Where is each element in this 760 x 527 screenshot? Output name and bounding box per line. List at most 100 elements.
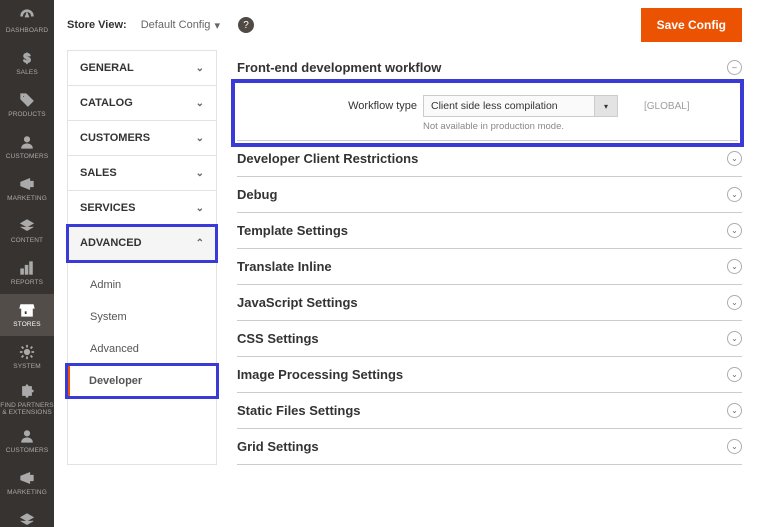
config-group-title: Developer Client Restrictions (237, 151, 418, 166)
expand-icon[interactable]: ⌄ (727, 187, 742, 202)
layers-icon (18, 511, 36, 527)
tree-section[interactable]: CUSTOMERS⌄ (68, 121, 216, 156)
nav-item-system[interactable]: SYSTEM (0, 336, 54, 378)
expand-icon[interactable]: ⌄ (727, 367, 742, 382)
expand-icon[interactable]: ⌄ (727, 151, 742, 166)
nav-item-label: SALES (16, 69, 38, 77)
expand-icon[interactable]: ⌄ (727, 295, 742, 310)
nav-item-label: REPORTS (11, 279, 43, 287)
bars-icon (18, 259, 36, 277)
collapse-icon[interactable]: – (727, 60, 742, 75)
caret-down-icon: ▾ (214, 19, 220, 32)
person-icon (18, 133, 36, 151)
config-group-header[interactable]: Developer Client Restrictions ⌄ (237, 141, 742, 177)
tag-icon (18, 91, 36, 109)
megaphone-icon (18, 175, 36, 193)
tree-sub: AdminSystemAdvancedDeveloper (68, 261, 216, 405)
tree-section-label: SERVICES (80, 202, 135, 214)
help-icon[interactable]: ? (238, 17, 254, 33)
chevron-down-icon: ⌄ (196, 63, 204, 74)
gear-icon (18, 343, 36, 361)
tree-sub-item[interactable]: Developer (67, 365, 217, 397)
config-group-title: JavaScript Settings (237, 295, 358, 310)
field-note: Not available in production mode. (302, 121, 738, 132)
config-group-header[interactable]: Template Settings ⌄ (237, 213, 742, 249)
puzzle-icon (18, 382, 36, 400)
tree-section-label: GENERAL (80, 62, 134, 74)
config-group-title: CSS Settings (237, 331, 319, 346)
config-group-title: Static Files Settings (237, 403, 361, 418)
config-field-row: Workflow typeClient side less compilatio… (302, 89, 738, 123)
config-group-header[interactable]: Translate Inline ⌄ (237, 249, 742, 285)
config-group-header[interactable]: Image Processing Settings ⌄ (237, 357, 742, 393)
config-group-header[interactable]: Grid Settings ⌄ (237, 429, 742, 465)
config-group-body: Workflow typeClient side less compilatio… (237, 85, 738, 141)
expand-icon[interactable]: ⌄ (727, 331, 742, 346)
tree-sub-item[interactable]: Admin (68, 269, 216, 301)
config-group-title: Translate Inline (237, 259, 332, 274)
config-group-header[interactable]: CSS Settings ⌄ (237, 321, 742, 357)
nav-item-label: CUSTOMERS (6, 447, 49, 455)
nav-item-label: CUSTOMERS (6, 153, 49, 161)
nav-item-marketing[interactable]: MARKETING (0, 168, 54, 210)
field-select[interactable]: Client side less compilation▾ (423, 95, 618, 117)
tree-section[interactable]: CATALOG⌄ (68, 86, 216, 121)
nav-item-content2[interactable]: CONTENT (0, 504, 54, 527)
config-tree: GENERAL⌄CATALOG⌄CUSTOMERS⌄SALES⌄SERVICES… (67, 50, 217, 465)
store-view-select[interactable]: Default Config ▾ (141, 19, 220, 32)
config-group-title: Template Settings (237, 223, 348, 238)
tree-section[interactable]: SERVICES ⌄ (68, 191, 216, 226)
tree-section[interactable]: ADVANCED ⌃ (68, 226, 216, 261)
expand-icon[interactable]: ⌄ (727, 403, 742, 418)
save-config-button[interactable]: Save Config (641, 8, 742, 42)
gauge-icon (18, 7, 36, 25)
nav-item-products[interactable]: PRODUCTS (0, 84, 54, 126)
config-content: Front-end development workflow – Workflow … (237, 50, 742, 465)
nav-item-label: MARKETING (7, 489, 47, 497)
expand-icon[interactable]: ⌄ (727, 259, 742, 274)
nav-item-customers[interactable]: CUSTOMERS (0, 126, 54, 168)
config-group-header[interactable]: Front-end development workflow – (237, 50, 742, 85)
person-icon (18, 427, 36, 445)
chevron-up-icon: ⌃ (196, 238, 204, 249)
top-bar: Store View: Default Config ▾ ? Save Conf… (54, 0, 760, 50)
dollar-icon (18, 49, 36, 67)
expand-icon[interactable]: ⌄ (727, 223, 742, 238)
megaphone-icon (18, 469, 36, 487)
store-view-label: Store View: (67, 19, 127, 31)
nav-item-customers2[interactable]: CUSTOMERS (0, 420, 54, 462)
nav-item-label: MARKETING (7, 195, 47, 203)
nav-item-label: PRODUCTS (8, 111, 46, 119)
field-select-value: Client side less compilation (423, 95, 594, 117)
chevron-down-icon: ⌄ (196, 98, 204, 109)
config-group-title: Grid Settings (237, 439, 319, 454)
tree-sub-item[interactable]: Advanced (68, 333, 216, 365)
config-group-title: Front-end development workflow (237, 60, 441, 75)
config-group-title: Image Processing Settings (237, 367, 403, 382)
nav-item-marketing2[interactable]: MARKETING (0, 462, 54, 504)
nav-item-sales[interactable]: SALES (0, 42, 54, 84)
chevron-down-icon: ⌄ (196, 203, 204, 214)
nav-item-partners[interactable]: FIND PARTNERS & EXTENSIONS (0, 378, 54, 420)
nav-item-content[interactable]: CONTENT (0, 210, 54, 252)
layers-icon (18, 217, 36, 235)
tree-section-label: ADVANCED (80, 237, 142, 249)
chevron-down-icon: ⌄ (196, 168, 204, 179)
field-scope: [GLOBAL] (644, 101, 690, 112)
chevron-down-icon: ⌄ (196, 133, 204, 144)
expand-icon[interactable]: ⌄ (727, 439, 742, 454)
nav-item-label: FIND PARTNERS & EXTENSIONS (0, 402, 54, 417)
nav-item-dashboard[interactable]: DASHBOARD (0, 0, 54, 42)
store-icon (18, 301, 36, 319)
admin-nav-rail: DASHBOARD SALES PRODUCTS CUSTOMERS MARKETING… (0, 0, 54, 527)
nav-item-stores[interactable]: STORES (0, 294, 54, 336)
config-group-header[interactable]: Debug⌄ (237, 177, 742, 213)
nav-item-reports[interactable]: REPORTS (0, 252, 54, 294)
tree-section[interactable]: GENERAL ⌄ (68, 51, 216, 86)
config-group-header[interactable]: Static Files Settings ⌄ (237, 393, 742, 429)
tree-sub-item[interactable]: System (68, 301, 216, 333)
config-group-header[interactable]: JavaScript Settings ⌄ (237, 285, 742, 321)
caret-down-icon[interactable]: ▾ (594, 95, 618, 117)
tree-sub-highlight: Developer (67, 365, 217, 397)
tree-section[interactable]: SALES⌄ (68, 156, 216, 191)
